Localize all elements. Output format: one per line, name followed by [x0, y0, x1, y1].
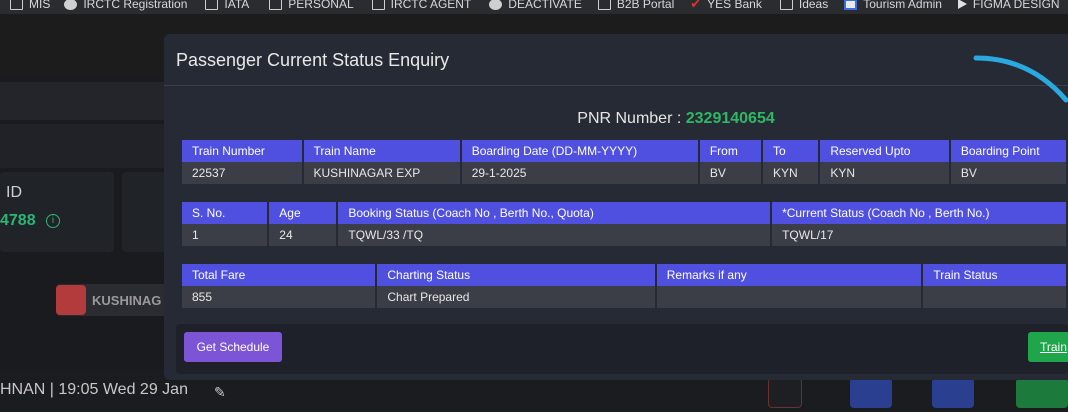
table-cell: 22537 [182, 162, 304, 184]
table-header: Train Number [182, 140, 304, 162]
bookmark-yes-bank[interactable]: ✔ YES Bank [690, 0, 762, 10]
bookmark-label: IATA [224, 0, 250, 11]
background-panel [0, 82, 180, 120]
get-schedule-button[interactable]: Get Schedule [184, 332, 282, 362]
bookmark-irctc-registration[interactable]: IRCTC Registration [64, 0, 187, 10]
check-icon: ✔ [690, 0, 702, 11]
table-header: S. No. [182, 202, 270, 224]
table-cell: 1 [182, 224, 270, 246]
bookmark-label: IRCTC Registration [83, 0, 188, 11]
background-alert-button [768, 378, 802, 408]
bookmark-mis[interactable]: MIS [10, 0, 50, 10]
table-header: From [698, 140, 764, 162]
modal-header: Passenger Current Status Enquiry [164, 34, 1068, 86]
table-row: 22537 KUSHINAGAR EXP 29-1-2025 BV KYN KY… [182, 162, 1068, 184]
modal-footer [176, 324, 1068, 374]
folder-icon [205, 0, 219, 10]
tourism-icon [844, 0, 858, 10]
table-header: Remarks if any [655, 264, 924, 286]
folder-icon [371, 0, 385, 10]
passenger-status-table: S. No. Age Booking Status (Coach No , Be… [182, 202, 1068, 246]
background-panel [0, 124, 180, 168]
table-header: Train Status [922, 264, 1068, 286]
table-cell: 24 [268, 224, 339, 246]
print-icon [850, 378, 892, 408]
table-cell: BV [698, 162, 764, 184]
bookmark-label: Tourism Admin [863, 0, 942, 11]
background-train-chip: KUSHINAG [56, 284, 176, 316]
bookmark-deactivate[interactable]: DEACTIVATE [489, 0, 582, 10]
bookmark-irctc-agent[interactable]: IRCTC AGENT [371, 0, 472, 11]
bookmark-label: PERSONAL [288, 0, 354, 11]
mail-icon [932, 378, 974, 408]
table-row: 855 Chart Prepared [182, 286, 1068, 308]
pnr-line: PNR Number : 2329140654 [164, 110, 1068, 128]
pnr-label: PNR Number : [577, 110, 682, 127]
bookmark-label: IRCTC AGENT [390, 0, 472, 11]
table-header: Boarding Point [949, 140, 1068, 162]
bookmark-iata[interactable]: IATA [205, 0, 249, 10]
table-cell: KUSHINAGAR EXP [302, 162, 462, 184]
bookmark-label: FIGMA DESIGN [972, 0, 1060, 11]
whatsapp-icon [1016, 378, 1068, 408]
folder-icon [779, 0, 793, 10]
table-cell [655, 286, 924, 308]
table-header: Age [268, 202, 339, 224]
table-cell [922, 286, 1068, 308]
table-header: Total Fare [182, 264, 378, 286]
globe-icon [489, 0, 503, 10]
train-icon [56, 285, 86, 315]
background-id-label: ID [6, 184, 22, 201]
table-header: *Current Status (Coach No , Berth No.) [771, 202, 1068, 224]
table-header: To [762, 140, 821, 162]
table-cell: TQWL/17 [771, 224, 1068, 246]
table-cell: Chart Prepared [376, 286, 657, 308]
modal-title: Passenger Current Status Enquiry [176, 50, 450, 70]
train-details-table: Train Number Train Name Boarding Date (D… [182, 140, 1068, 184]
play-icon [957, 0, 967, 9]
bookmarks-bar: MIS IRCTC Registration IATA PERSONAL IRC… [0, 0, 1068, 14]
table-header: Booking Status (Coach No , Berth No., Qu… [337, 202, 773, 224]
table-cell: KYN [762, 162, 821, 184]
table-cell: KYN [819, 162, 951, 184]
pencil-icon: ✎ [214, 384, 226, 400]
fare-status-table: Total Fare Charting Status Remarks if an… [182, 264, 1068, 308]
background-id-value: 4788 [0, 212, 36, 229]
table-header: Train Name [302, 140, 462, 162]
table-header: Reserved Upto [819, 140, 951, 162]
bookmark-label: B2B Portal [616, 0, 675, 11]
bookmark-label: YES Bank [707, 0, 762, 11]
bookmark-figma-design[interactable]: FIGMA DESIGN [957, 0, 1060, 11]
bookmark-label: Ideas [798, 0, 829, 11]
folder-icon [597, 0, 611, 10]
background-train-label: KUSHINAG [92, 292, 162, 308]
table-cell: 855 [182, 286, 378, 308]
train-button[interactable]: Train [1028, 332, 1068, 362]
table-header: Boarding Date (DD-MM-YYYY) [460, 140, 700, 162]
globe-icon [64, 0, 78, 10]
pnr-status-modal: Passenger Current Status Enquiry PNR Num… [164, 34, 1068, 380]
bookmark-label: MIS [29, 0, 51, 11]
bookmark-personal[interactable]: PERSONAL [269, 0, 354, 11]
bookmark-tourism-admin[interactable]: Tourism Admin [844, 0, 942, 10]
bookmark-label: DEACTIVATE [508, 0, 582, 11]
info-icon: i [46, 214, 60, 228]
folder-icon [269, 0, 283, 10]
bookmark-b2b-portal[interactable]: B2B Portal [597, 0, 675, 11]
annotation-stroke [973, 55, 1068, 103]
folder-icon [10, 0, 23, 10]
background-footer-text: HNAN | 19:05 Wed 29 Jan [0, 381, 188, 398]
table-cell: TQWL/33 /TQ [337, 224, 773, 246]
table-row: 1 24 TQWL/33 /TQ TQWL/17 [182, 224, 1068, 246]
table-cell: 29-1-2025 [460, 162, 700, 184]
table-cell: BV [949, 162, 1068, 184]
bookmark-ideas[interactable]: Ideas [779, 0, 829, 11]
table-header: Charting Status [376, 264, 657, 286]
pnr-value: 2329140654 [685, 110, 775, 127]
